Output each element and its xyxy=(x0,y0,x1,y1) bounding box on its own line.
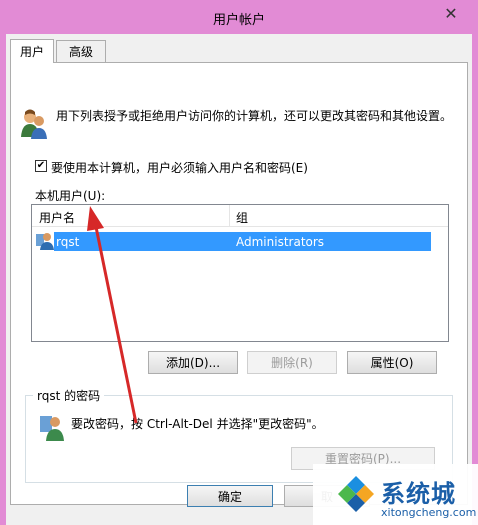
logo-icon xyxy=(337,474,375,512)
watermark-name: 系统城 xyxy=(381,480,456,508)
annotation-arrow xyxy=(87,206,138,424)
tab-users-label: 用户 xyxy=(19,45,44,59)
watermark-url: xitongcheng.com xyxy=(381,506,477,519)
tab-users[interactable]: 用户 xyxy=(10,39,54,63)
watermark: 系统城 xitongcheng.com xyxy=(313,464,478,525)
